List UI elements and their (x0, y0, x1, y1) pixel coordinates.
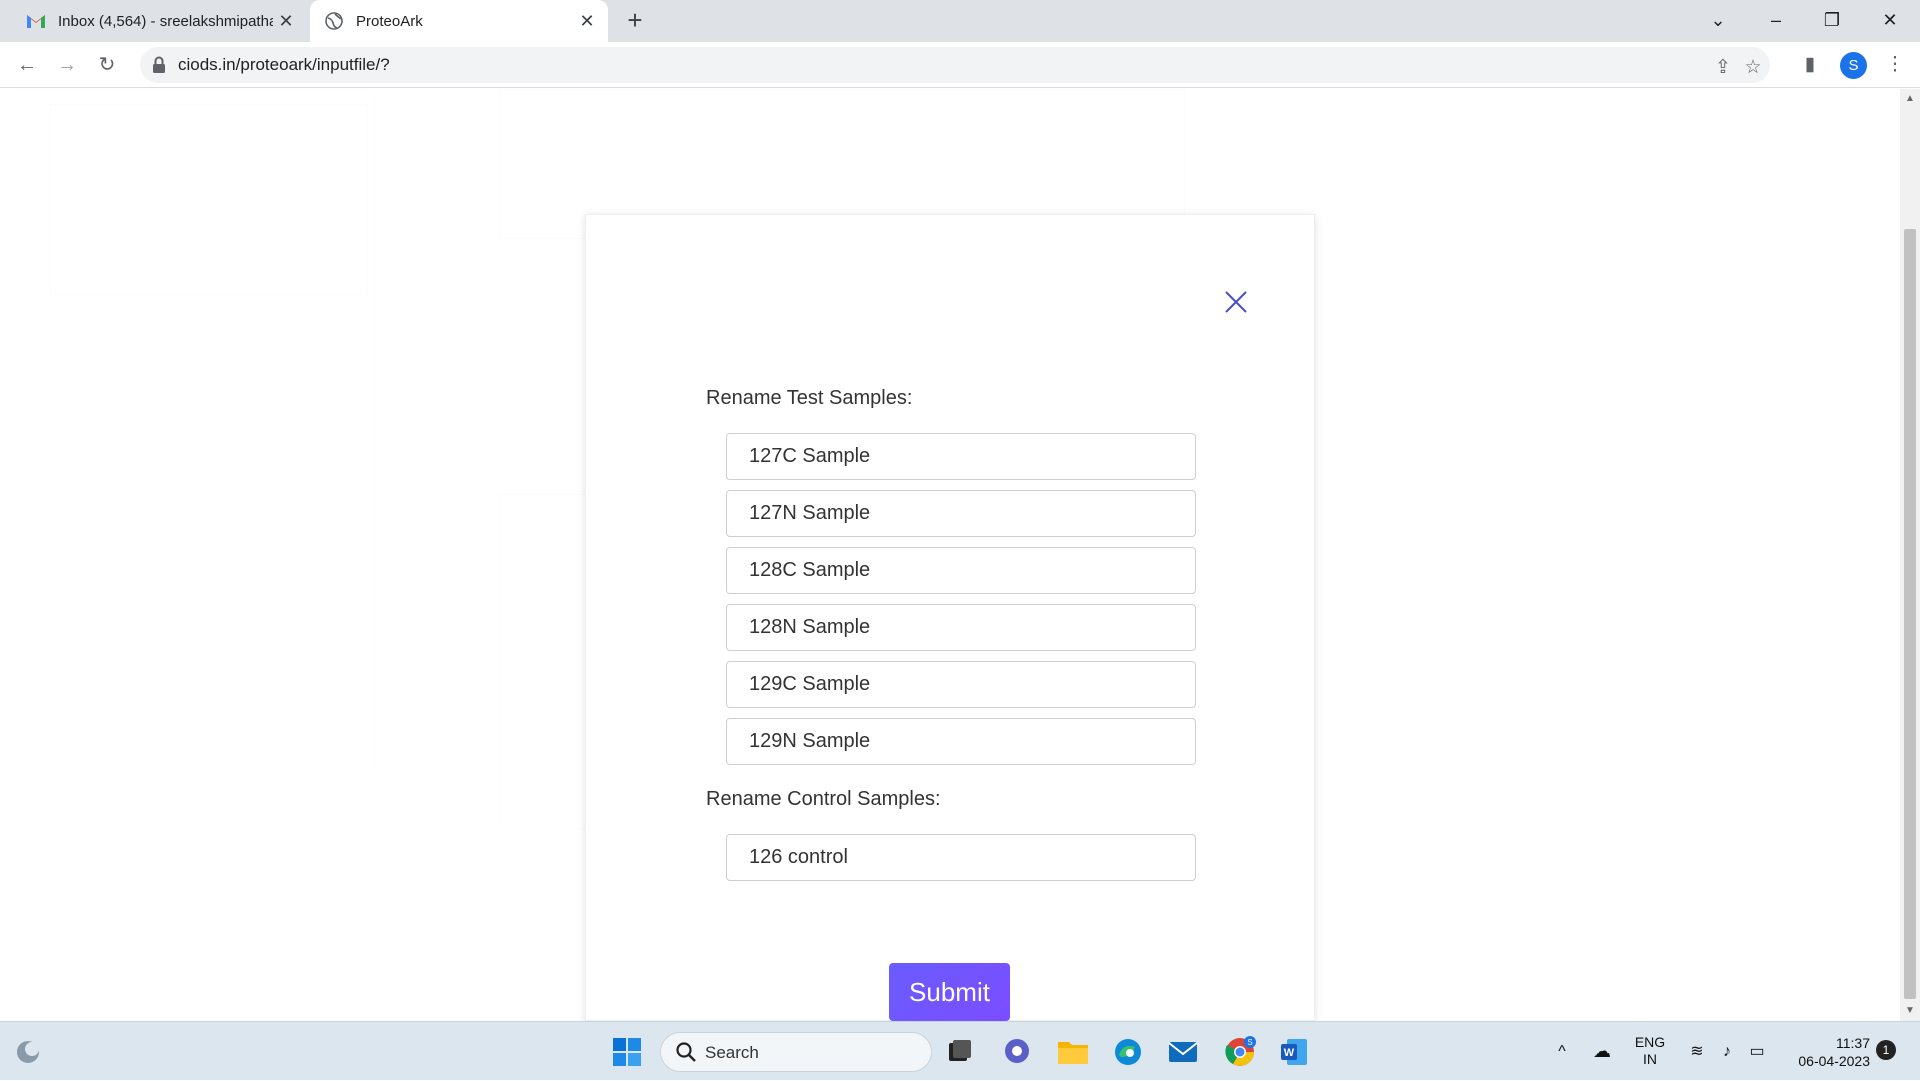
lock-icon (152, 56, 168, 74)
rename-samples-modal: Rename Test Samples: Rename Control Samp… (585, 214, 1315, 1021)
test-samples-label: Rename Test Samples: (706, 387, 913, 409)
notification-badge[interactable]: 1 (1876, 1040, 1896, 1060)
new-tab-button[interactable]: + (620, 6, 650, 36)
tab-title: Inbox (4,564) - sreelakshmipatha (58, 12, 273, 30)
share-icon[interactable]: ⇪ (1710, 55, 1736, 81)
search-label: Search (705, 1043, 759, 1062)
battery-icon[interactable]: ▭ (1744, 1022, 1770, 1081)
clock-date: 06-04-2023 (1798, 1053, 1870, 1069)
clock-time: 11:37 (1836, 1035, 1870, 1051)
windows-taskbar: Search S W ^ ☁ ENG IN ≋ ♪ ▭ 11:37 06-04-… (0, 1021, 1920, 1080)
bookmark-star-icon[interactable]: ☆ (1740, 55, 1766, 81)
tab-search-icon[interactable]: ⌄ (1690, 0, 1746, 42)
close-window-button[interactable]: ✕ (1862, 0, 1918, 42)
tab-title: ProteoArk (356, 12, 423, 30)
tab-bar: Inbox (4,564) - sreelakshmipatha ✕ Prote… (0, 0, 1920, 42)
profile-avatar[interactable]: S (1840, 52, 1867, 79)
close-tab-icon[interactable]: ✕ (574, 11, 600, 32)
close-icon[interactable] (1221, 287, 1251, 317)
page-content: Rename Test Samples: Rename Control Samp… (0, 89, 1900, 1021)
test-sample-input-127c[interactable] (726, 433, 1196, 480)
menu-icon[interactable]: ⋮ (1882, 52, 1908, 78)
test-sample-input-127n[interactable] (726, 490, 1196, 537)
region-label: IN (1643, 1051, 1657, 1067)
back-icon[interactable]: ← (12, 50, 42, 80)
forward-icon[interactable]: → (52, 50, 82, 80)
side-panel-icon[interactable]: ▮ (1797, 52, 1823, 78)
volume-icon[interactable]: ♪ (1714, 1022, 1740, 1081)
file-explorer-icon[interactable] (1055, 1034, 1091, 1070)
restore-button[interactable]: ❐ (1804, 0, 1860, 42)
control-samples-label: Rename Control Samples: (706, 788, 941, 810)
gmail-icon (26, 11, 46, 31)
test-sample-input-129n[interactable] (726, 718, 1196, 765)
task-view-icon[interactable] (942, 1034, 978, 1070)
show-hidden-icons[interactable]: ^ (1550, 1022, 1574, 1081)
test-sample-input-129c[interactable] (726, 661, 1196, 708)
language-label: ENG (1634, 1034, 1666, 1050)
language-indicator[interactable]: ENG IN (1628, 1022, 1672, 1081)
taskbar-search[interactable]: Search (660, 1032, 932, 1072)
scroll-up-icon[interactable]: ▲ (1904, 93, 1916, 105)
test-sample-input-128n[interactable] (726, 604, 1196, 651)
test-sample-input-128c[interactable] (726, 547, 1196, 594)
tab-gmail[interactable]: Inbox (4,564) - sreelakshmipatha ✕ (12, 0, 307, 42)
page-scrollbar[interactable]: ▲ ▼ (1900, 89, 1920, 1021)
submit-button[interactable]: Submit (889, 963, 1010, 1021)
reload-icon[interactable]: ↻ (92, 50, 122, 80)
scroll-down-icon[interactable]: ▼ (1904, 1005, 1916, 1017)
chrome-badge: S (1247, 1038, 1252, 1047)
teams-chat-icon[interactable] (999, 1034, 1035, 1070)
search-icon (675, 1041, 697, 1068)
address-bar[interactable]: ciods.in/proteoark/inputfile/? ⇪ ☆ (140, 47, 1770, 83)
windows-start-icon[interactable] (609, 1034, 645, 1070)
browser-toolbar: ← → ↻ ciods.in/proteoark/inputfile/? ⇪ ☆… (0, 42, 1920, 88)
onedrive-icon[interactable]: ☁ (1588, 1022, 1616, 1081)
word-icon[interactable]: W (1276, 1034, 1312, 1070)
tab-proteoark[interactable]: ProteoArk ✕ (310, 0, 608, 42)
mail-icon[interactable] (1165, 1034, 1201, 1070)
control-sample-input-126[interactable] (726, 834, 1196, 881)
url-text: ciods.in/proteoark/inputfile/? (178, 55, 390, 74)
clock[interactable]: 11:37 06-04-2023 (1780, 1022, 1870, 1081)
weather-icon[interactable] (10, 1034, 46, 1070)
edge-browser-icon[interactable] (1110, 1034, 1146, 1070)
scrollbar-thumb[interactable] (1904, 229, 1916, 999)
wifi-icon[interactable]: ≋ (1684, 1022, 1710, 1081)
minimize-button[interactable]: – (1748, 0, 1804, 42)
globe-icon (324, 11, 344, 31)
svg-text:W: W (1284, 1047, 1295, 1059)
close-tab-icon[interactable]: ✕ (273, 11, 299, 32)
chrome-icon[interactable]: S (1222, 1034, 1258, 1070)
